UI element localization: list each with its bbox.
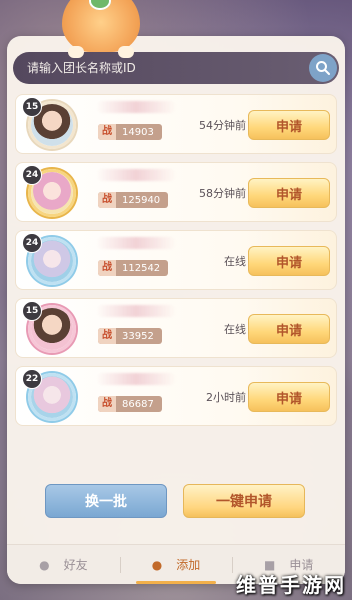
power-label: 战 bbox=[98, 260, 116, 276]
power-value: 86687 bbox=[122, 398, 154, 410]
person-icon: ● bbox=[39, 557, 50, 572]
search-icon bbox=[316, 61, 330, 75]
power-label: 战 bbox=[98, 396, 116, 412]
refresh-batch-button[interactable]: 换一批 bbox=[45, 484, 167, 518]
power-badge: 战 112542 bbox=[98, 260, 169, 276]
tab-label: 好友 bbox=[63, 558, 88, 572]
tab-label: 添加 bbox=[176, 558, 201, 572]
add-person-icon: ● bbox=[151, 557, 163, 572]
level-badge: 24 bbox=[22, 165, 42, 185]
power-label: 战 bbox=[98, 192, 116, 208]
player-name-blurred bbox=[96, 305, 176, 317]
list-item: 15 战 33952 在线 申请 bbox=[15, 298, 337, 358]
search-input[interactable] bbox=[27, 52, 307, 84]
clover-icon bbox=[89, 0, 111, 10]
power-value: 125940 bbox=[122, 194, 161, 206]
player-name-blurred bbox=[96, 373, 176, 385]
power-badge: 战 86687 bbox=[98, 396, 162, 412]
level-badge: 22 bbox=[22, 369, 42, 389]
search-button[interactable] bbox=[309, 54, 337, 82]
tab-add[interactable]: ● 添加 bbox=[119, 545, 233, 584]
player-name-blurred bbox=[96, 237, 176, 249]
tab-friends[interactable]: ● 好友 bbox=[7, 545, 120, 584]
player-name-blurred bbox=[96, 169, 176, 181]
power-value: 33952 bbox=[122, 330, 154, 342]
watermark: 维普手游网 bbox=[236, 573, 346, 597]
paw-icon bbox=[118, 46, 134, 58]
online-status: 在线 bbox=[224, 255, 246, 268]
list-item: 22 战 86687 2小时前 申请 bbox=[15, 366, 337, 426]
online-status: 在线 bbox=[224, 323, 246, 336]
paw-icon bbox=[68, 46, 84, 58]
level-badge: 15 bbox=[22, 97, 42, 117]
mascot-icon bbox=[62, 0, 140, 58]
online-status: 54分钟前 bbox=[199, 119, 246, 132]
apply-button[interactable]: 申请 bbox=[248, 246, 330, 276]
list-item: 24 战 125940 58分钟前 申请 bbox=[15, 162, 337, 222]
apply-all-button[interactable]: 一键申请 bbox=[183, 484, 305, 518]
apply-button[interactable]: 申请 bbox=[248, 178, 330, 208]
power-badge: 战 14903 bbox=[98, 124, 162, 140]
member-list: 15 战 14903 54分钟前 申请 24 战 125940 58分钟前 申请… bbox=[15, 94, 337, 434]
online-status: 58分钟前 bbox=[199, 187, 246, 200]
power-label: 战 bbox=[98, 328, 116, 344]
list-item: 15 战 14903 54分钟前 申请 bbox=[15, 94, 337, 154]
player-name-blurred bbox=[96, 101, 176, 113]
apply-button[interactable]: 申请 bbox=[248, 314, 330, 344]
power-badge: 战 125940 bbox=[98, 192, 169, 208]
list-item: 24 战 112542 在线 申请 bbox=[15, 230, 337, 290]
power-value: 14903 bbox=[122, 126, 154, 138]
power-label: 战 bbox=[98, 124, 116, 140]
power-value: 112542 bbox=[122, 262, 161, 274]
add-leader-panel: 15 战 14903 54分钟前 申请 24 战 125940 58分钟前 申 bbox=[7, 36, 345, 584]
action-bar: 换一批 一键申请 bbox=[7, 482, 345, 522]
online-status: 2小时前 bbox=[206, 391, 246, 404]
search-bar bbox=[13, 52, 339, 84]
power-badge: 战 33952 bbox=[98, 328, 162, 344]
apply-button[interactable]: 申请 bbox=[248, 382, 330, 412]
level-badge: 24 bbox=[22, 233, 42, 253]
level-badge: 15 bbox=[22, 301, 42, 321]
apply-button[interactable]: 申请 bbox=[248, 110, 330, 140]
